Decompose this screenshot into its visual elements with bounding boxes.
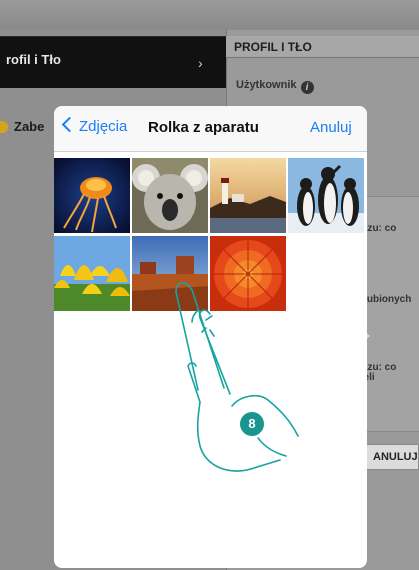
user-label-row: Użytkownik i xyxy=(236,79,314,94)
chevron-left-icon xyxy=(61,116,78,133)
photo-picker-popover: Zdjęcia Rolka z aparatu Anuluj xyxy=(54,106,367,568)
profile-section-header: PROFIL I TŁO xyxy=(226,36,419,58)
background-cancel-button[interactable]: ANULUJ xyxy=(362,444,419,470)
background-menu-item-label: Zabe xyxy=(14,119,45,134)
photo-thumbnail-jellyfish[interactable] xyxy=(54,158,130,233)
background-top-bar xyxy=(0,0,419,30)
photo-thumbnail-lighthouse[interactable] xyxy=(210,158,286,233)
picker-title: Rolka z aparatu xyxy=(148,119,259,136)
profile-section-title: PROFIL I TŁO xyxy=(234,40,312,54)
picker-navigation-bar: Zdjęcia Rolka z aparatu Anuluj xyxy=(54,106,367,152)
back-button-label: Zdjęcia xyxy=(79,118,128,135)
profile-menu-item[interactable]: rofil i Tło › xyxy=(0,36,226,88)
profile-menu-item-label: rofil i Tło xyxy=(6,52,61,67)
photo-thumbnail-chrysanthemum[interactable] xyxy=(210,236,286,311)
photo-thumbnail-tulips[interactable] xyxy=(54,236,130,311)
user-label: Użytkownik xyxy=(236,79,297,91)
info-icon[interactable]: i xyxy=(300,81,314,94)
picker-cancel-button[interactable]: Anuluj xyxy=(310,119,352,136)
chevron-right-icon: › xyxy=(198,55,203,71)
back-to-photos-button[interactable]: Zdjęcia xyxy=(60,116,128,140)
step-number-badge: 8 xyxy=(240,412,264,436)
photo-thumbnail-desert[interactable] xyxy=(132,236,208,311)
photo-thumbnail-koala[interactable] xyxy=(132,158,208,233)
photo-thumbnail-penguins[interactable] xyxy=(288,158,364,233)
